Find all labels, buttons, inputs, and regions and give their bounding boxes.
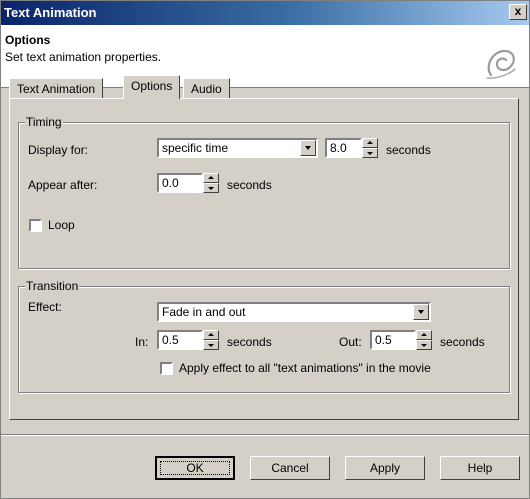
- timing-legend: Timing: [25, 115, 63, 129]
- button-separator: [1, 434, 529, 436]
- effect-select[interactable]: Fade in and out: [157, 302, 431, 322]
- duration-value: 8.0: [330, 141, 347, 155]
- appear-after-unit: seconds: [227, 178, 272, 192]
- apply-button[interactable]: Apply: [345, 456, 425, 480]
- display-for-select[interactable]: specific time: [157, 138, 318, 158]
- ok-button-label: OK: [186, 461, 204, 475]
- options-tab-panel: Timing Display for: specific time 8.0 se…: [9, 98, 519, 420]
- out-down-button[interactable]: [416, 340, 432, 350]
- effect-dropdown-button[interactable]: [413, 304, 429, 320]
- transition-group: Transition Effect: Fade in and out In: 0…: [18, 279, 510, 393]
- in-duration-input[interactable]: 0.5: [157, 330, 203, 350]
- out-label: Out:: [339, 335, 362, 349]
- duration-unit: seconds: [386, 143, 431, 157]
- out-duration-value: 0.5: [375, 333, 392, 347]
- duration-stepper[interactable]: 8.0: [325, 138, 378, 158]
- ok-button[interactable]: OK: [155, 456, 235, 480]
- header-subtitle: Set text animation properties.: [5, 50, 162, 64]
- arrow-up-icon: [208, 333, 214, 336]
- tab-audio[interactable]: Audio: [183, 78, 230, 99]
- help-button[interactable]: Help: [440, 456, 520, 480]
- in-down-button[interactable]: [203, 340, 219, 350]
- title-bar[interactable]: Text Animation x: [1, 1, 529, 25]
- tab-text-animation[interactable]: Text Animation: [9, 78, 104, 99]
- arrow-up-icon: [367, 141, 373, 144]
- display-for-label: Display for:: [28, 143, 89, 157]
- out-duration-input[interactable]: 0.5: [370, 330, 416, 350]
- window-title: Text Animation: [4, 5, 97, 20]
- display-for-value: specific time: [162, 141, 229, 155]
- arrow-down-icon: [208, 344, 214, 347]
- appear-after-label: Appear after:: [28, 178, 98, 192]
- appear-after-up-button[interactable]: [203, 173, 219, 183]
- in-duration-value: 0.5: [162, 333, 179, 347]
- transition-legend: Transition: [25, 279, 80, 293]
- swirl-logo-icon: [486, 49, 516, 79]
- in-duration-spin-buttons[interactable]: [203, 330, 219, 350]
- appear-after-input[interactable]: 0.0: [157, 173, 203, 193]
- apply-all-label: Apply effect to all "text animations" in…: [179, 361, 431, 375]
- loop-checkbox[interactable]: [29, 219, 42, 232]
- appear-after-value: 0.0: [162, 176, 179, 190]
- arrow-up-icon: [421, 333, 427, 336]
- chevron-down-icon: [305, 146, 311, 150]
- effect-label: Effect:: [28, 300, 62, 314]
- duration-spin-buttons[interactable]: [362, 138, 378, 158]
- arrow-down-icon: [367, 152, 373, 155]
- display-for-dropdown-button[interactable]: [300, 140, 316, 156]
- loop-label: Loop: [48, 218, 75, 232]
- in-label: In:: [135, 335, 149, 349]
- duration-input[interactable]: 8.0: [325, 138, 362, 158]
- cancel-button[interactable]: Cancel: [250, 456, 330, 480]
- out-unit: seconds: [440, 335, 485, 349]
- effect-value: Fade in and out: [162, 305, 246, 319]
- appear-after-spin-buttons[interactable]: [203, 173, 219, 193]
- out-duration-stepper[interactable]: 0.5: [370, 330, 432, 350]
- in-duration-stepper[interactable]: 0.5: [157, 330, 219, 350]
- in-up-button[interactable]: [203, 330, 219, 340]
- tab-options[interactable]: Options: [123, 75, 181, 99]
- header-title: Options: [5, 33, 51, 47]
- apply-all-checkbox[interactable]: [160, 362, 173, 375]
- out-up-button[interactable]: [416, 330, 432, 340]
- out-duration-spin-buttons[interactable]: [416, 330, 432, 350]
- appear-after-stepper[interactable]: 0.0: [157, 173, 219, 193]
- close-button[interactable]: x: [509, 4, 527, 20]
- arrow-up-icon: [208, 176, 214, 179]
- timing-group: Timing Display for: specific time 8.0 se…: [18, 115, 510, 269]
- chevron-down-icon: [418, 310, 424, 314]
- duration-down-button[interactable]: [362, 148, 378, 158]
- in-unit: seconds: [227, 335, 272, 349]
- duration-up-button[interactable]: [362, 138, 378, 148]
- dialog-window: Text Animation x Options Set text animat…: [0, 0, 530, 499]
- appear-after-down-button[interactable]: [203, 183, 219, 193]
- arrow-down-icon: [208, 187, 214, 190]
- arrow-down-icon: [421, 344, 427, 347]
